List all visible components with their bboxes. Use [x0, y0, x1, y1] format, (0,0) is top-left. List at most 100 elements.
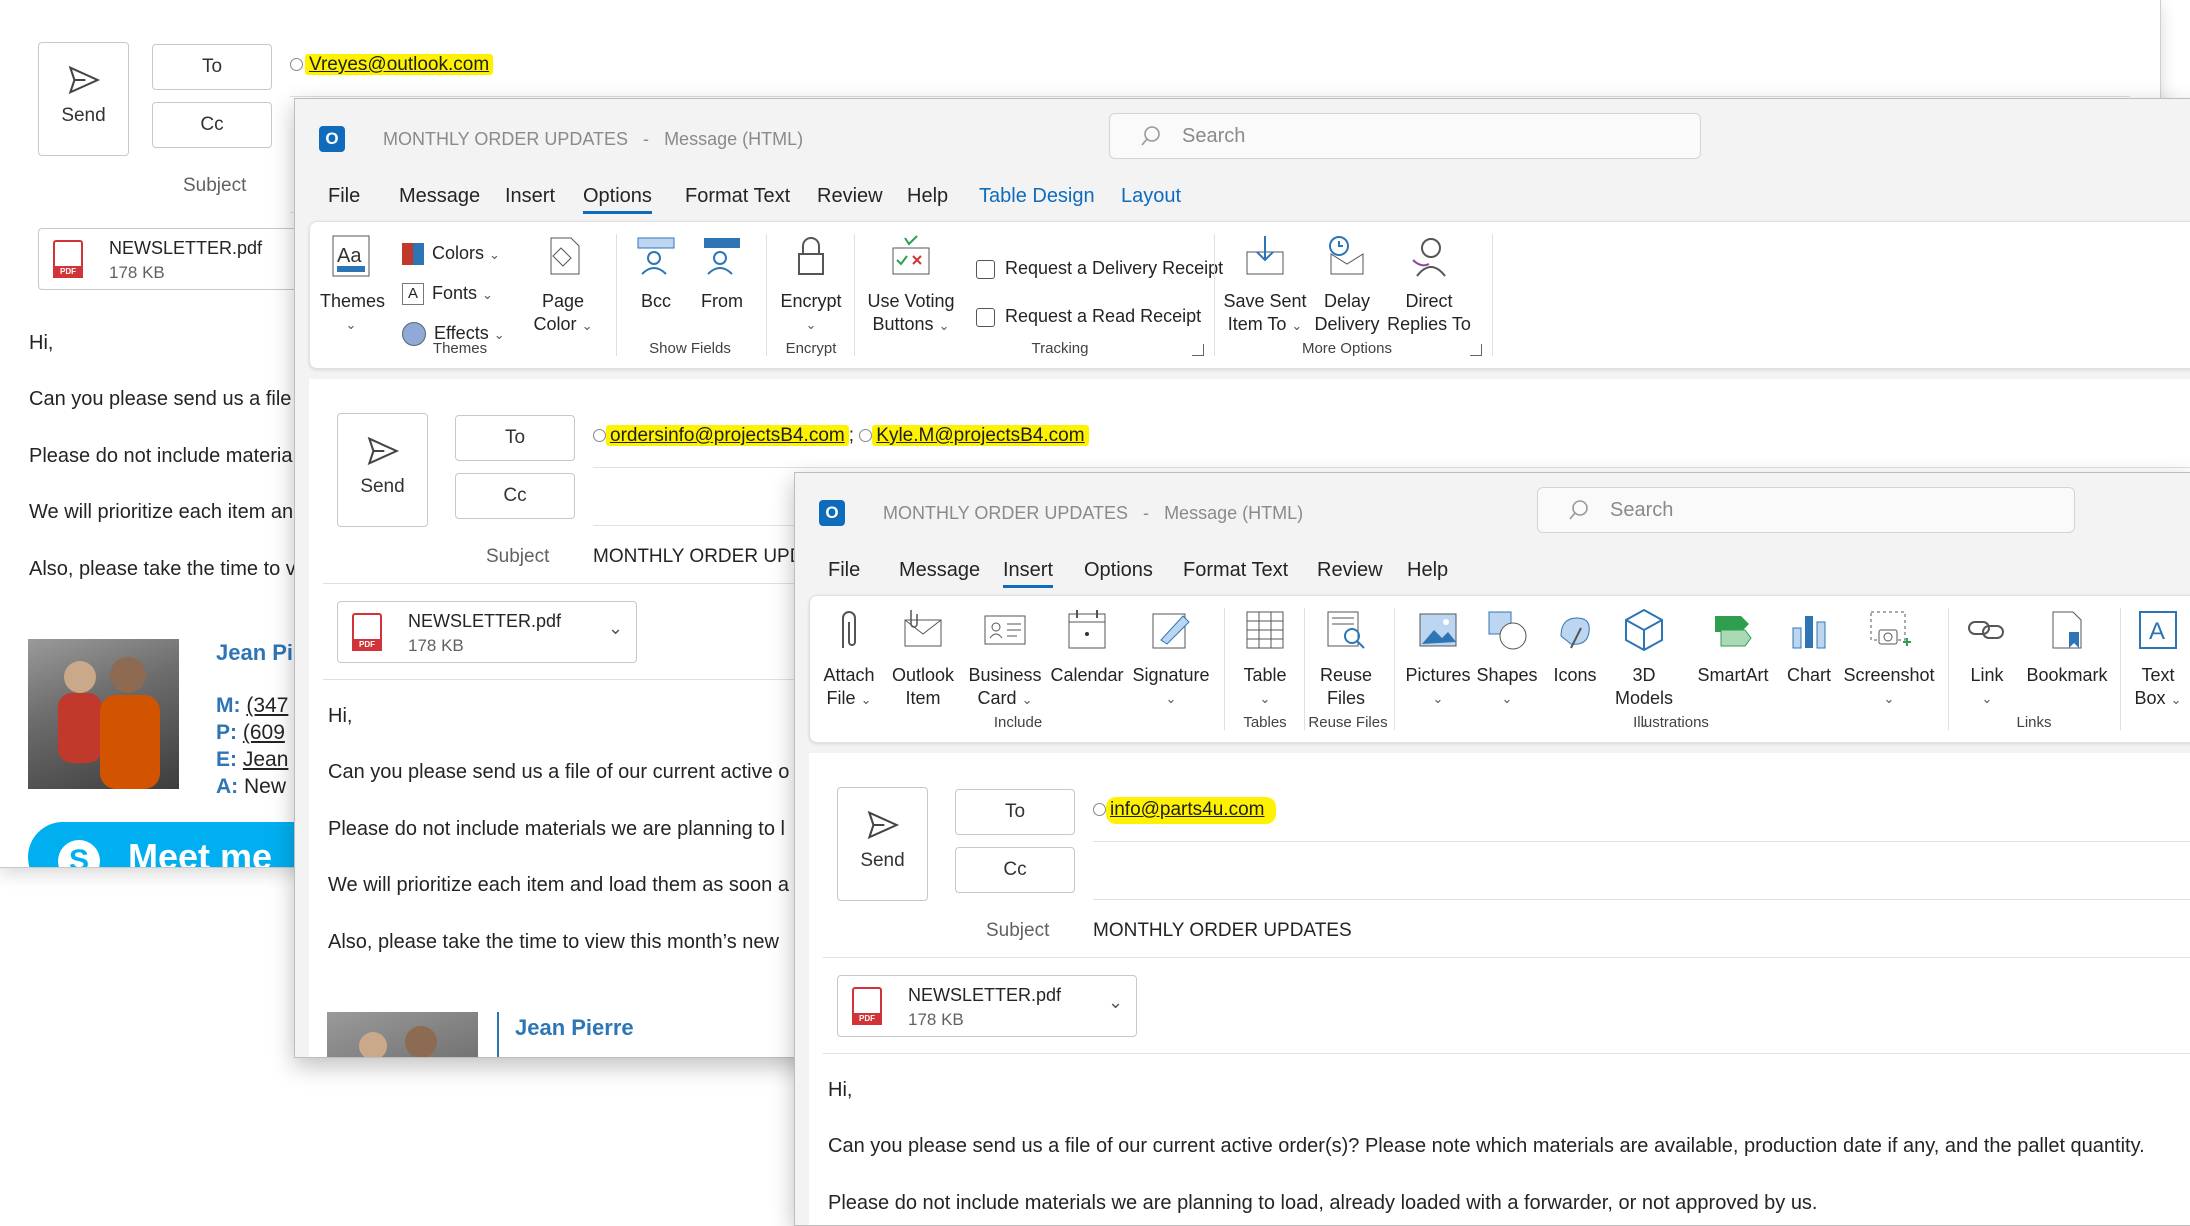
colors-button[interactable]: Colors ⌄ — [402, 234, 505, 274]
checkbox[interactable] — [976, 259, 995, 279]
fonts-icon: A — [402, 283, 424, 306]
search-box[interactable]: Search — [1537, 487, 2075, 533]
signature-button[interactable]: Signature ⌄ — [1128, 608, 1214, 710]
search-box[interactable]: Search — [1109, 113, 1701, 159]
sig-a-label: A: — [216, 775, 239, 798]
send-button[interactable]: Send — [337, 413, 428, 527]
recipient-address[interactable]: ordersinfo@projectsB4.com — [606, 425, 849, 446]
shapes-button[interactable]: Shapes ⌄ — [1474, 608, 1540, 710]
tab-file[interactable]: File — [328, 185, 360, 208]
signature-photo — [327, 1012, 478, 1057]
tab-options[interactable]: Options — [583, 185, 652, 214]
icons-button[interactable]: Icons — [1544, 608, 1606, 687]
tab-help[interactable]: Help — [907, 185, 948, 208]
recipient-address[interactable]: Kyle.M@projectsB4.com — [872, 425, 1089, 446]
checkbox[interactable] — [976, 307, 995, 327]
subject-field[interactable]: MONTHLY ORDER UPDATES — [1093, 920, 1352, 942]
cc-button[interactable]: Cc — [152, 102, 272, 148]
table-button[interactable]: Table ⌄ — [1234, 608, 1296, 710]
save-sent-item-button[interactable]: Save Sent Item To ⌄ — [1222, 234, 1308, 337]
subject-field[interactable]: MONTHLY ORDER UPDA — [593, 546, 816, 568]
direct-replies-button[interactable]: Direct Replies To — [1384, 234, 1474, 336]
bcc-button[interactable]: Bcc — [628, 234, 684, 313]
compose-window-insert: O MONTHLY ORDER UPDATES - Message (HTML)… — [794, 472, 2190, 1226]
to-field[interactable]: info@parts4u.com — [1093, 797, 1277, 824]
tab-insert[interactable]: Insert — [1003, 559, 1054, 588]
outlook-item-icon — [904, 610, 942, 647]
colors-icon — [402, 243, 424, 266]
smartart-button[interactable]: SmartArt — [1688, 608, 1778, 687]
bookmark-button[interactable]: Bookmark — [2022, 608, 2112, 687]
from-button[interactable]: From — [694, 234, 750, 313]
to-field[interactable]: ordersinfo@projectsB4.com; Kyle.M@projec… — [593, 425, 1089, 447]
tab-format-text[interactable]: Format Text — [685, 185, 790, 208]
tab-layout[interactable]: Layout — [1121, 185, 1181, 208]
use-voting-buttons[interactable]: Use Voting Buttons ⌄ — [862, 234, 960, 337]
delay-delivery-icon — [1329, 236, 1364, 275]
cc-button[interactable]: Cc — [455, 473, 575, 519]
attachment-name: NEWSLETTER.pdf — [408, 611, 562, 631]
attachment-card[interactable]: PDF NEWSLETTER.pdf 178 KB — [38, 228, 308, 290]
tab-file[interactable]: File — [828, 559, 860, 582]
screenshot-button[interactable]: Screenshot ⌄ — [1840, 608, 1938, 710]
link-button[interactable]: Link ⌄ — [1956, 608, 2018, 710]
business-card-button[interactable]: Business Card ⌄ — [966, 608, 1044, 711]
reuse-files-button[interactable]: Reuse Files — [1312, 608, 1380, 710]
send-button[interactable]: Send — [837, 787, 928, 901]
tab-message[interactable]: Message — [899, 559, 980, 582]
attachment-card[interactable]: PDF NEWSLETTER.pdf 178 KB ⌄ — [837, 975, 1137, 1037]
recipient-address[interactable]: info@parts4u.com — [1106, 797, 1277, 824]
pdf-icon: PDF — [852, 987, 882, 1025]
chart-button[interactable]: Chart — [1780, 608, 1838, 687]
attachment-card[interactable]: PDF NEWSLETTER.pdf 178 KB ⌄ — [337, 601, 637, 663]
delay-delivery-button[interactable]: Delay Delivery — [1312, 234, 1382, 336]
sig-p-value[interactable]: (609 — [243, 721, 285, 744]
more-options-launcher-icon[interactable] — [1470, 344, 1482, 356]
group-tracking-label: Tracking — [1031, 340, 1089, 357]
to-button[interactable]: To — [455, 415, 575, 461]
send-button[interactable]: Send — [38, 42, 129, 156]
sig-m-value[interactable]: (347 — [246, 694, 288, 717]
pictures-button[interactable]: Pictures ⌄ — [1404, 608, 1472, 710]
menu-bar: File Message Insert Options Format Text … — [795, 559, 2190, 595]
attach-file-button[interactable]: Attach File ⌄ — [818, 608, 880, 711]
tab-options[interactable]: Options — [1084, 559, 1153, 582]
tab-help[interactable]: Help — [1407, 559, 1448, 582]
group-show-fields-label: Show Fields — [649, 340, 731, 357]
tab-review[interactable]: Review — [817, 185, 883, 208]
shapes-icon — [1488, 611, 1527, 650]
text-box-button[interactable]: A Text Box ⌄ — [2128, 608, 2188, 711]
chevron-down-icon[interactable]: ⌄ — [1108, 992, 1123, 1013]
read-receipt-checkbox[interactable]: Request a Read Receipt — [976, 292, 1223, 340]
body-line: Please do not include materia — [29, 445, 293, 467]
fonts-button[interactable]: A Fonts ⌄ — [402, 274, 505, 314]
tab-message[interactable]: Message — [399, 185, 480, 208]
to-button[interactable]: To — [152, 44, 272, 90]
to-field[interactable]: Vreyes@outlook.com — [290, 54, 494, 76]
encrypt-button[interactable]: Encrypt ⌄ — [776, 234, 846, 336]
tab-insert[interactable]: Insert — [505, 185, 555, 208]
tab-format-text[interactable]: Format Text — [1183, 559, 1288, 582]
themes-button[interactable]: Aa Themes ⌄ — [320, 234, 385, 336]
tracking-launcher-icon[interactable] — [1192, 344, 1204, 356]
tab-table-design[interactable]: Table Design — [979, 185, 1095, 208]
tab-review[interactable]: Review — [1317, 559, 1383, 582]
group-tables-label: Tables — [1243, 714, 1287, 731]
calendar-button[interactable]: Calendar — [1048, 608, 1126, 687]
link-icon — [1968, 621, 2004, 639]
outlook-item-button[interactable]: Outlook Item — [886, 608, 960, 710]
chevron-down-icon[interactable]: ⌄ — [608, 618, 623, 639]
to-button[interactable]: To — [955, 789, 1075, 835]
cc-button[interactable]: Cc — [955, 847, 1075, 893]
compose-area: Send To Cc Subject info@parts4u.com MONT… — [809, 753, 2190, 1225]
body-line: Please do not include materials we are p… — [328, 818, 785, 840]
delivery-receipt-checkbox[interactable]: Request a Delivery Receipt — [976, 244, 1223, 292]
screenshot-icon — [1870, 611, 1911, 646]
recipient-address[interactable]: Vreyes@outlook.com — [305, 54, 494, 75]
meet-me-banner[interactable]: S Meet me — [28, 822, 328, 867]
group-encrypt-label: Encrypt — [785, 340, 837, 357]
pdf-icon: PDF — [352, 613, 382, 651]
sig-e-value[interactable]: Jean — [243, 748, 289, 771]
lock-icon — [798, 237, 824, 275]
page-color-button[interactable]: Page Color ⌄ — [526, 234, 600, 337]
